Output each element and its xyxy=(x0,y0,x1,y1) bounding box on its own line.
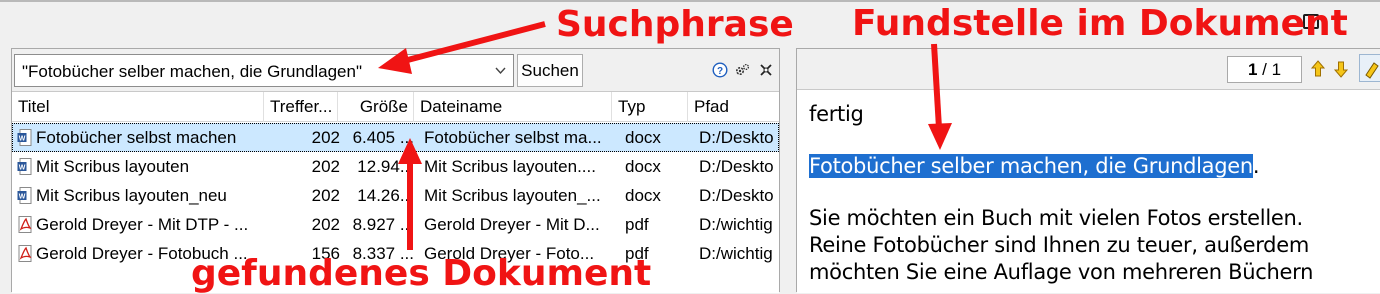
document-preview-panel: 1 / 1 fertig Fotobücher selber machen, d… xyxy=(796,48,1380,293)
table-row[interactable]: W Mit Scribus layouten 202 12.94... Mit … xyxy=(12,152,779,181)
preview-line: möchten Sie eine Auflage von mehreren Bü… xyxy=(809,260,1314,284)
row-path: D:/wichtig xyxy=(699,244,773,263)
row-type: docx xyxy=(625,128,661,147)
word-doc-icon: W xyxy=(17,187,32,204)
preview-line: Reine Fotobücher sind Ihnen zu teuer, au… xyxy=(809,233,1309,257)
row-size: 14.26... xyxy=(357,186,414,205)
annotation-gefundenes-dokument: gefundenes Dokument xyxy=(191,253,652,294)
annotation-fundstelle: Fundstelle im Dokument xyxy=(852,3,1348,44)
table-row[interactable]: W Fotobücher selbst machen 202 6.405 ...… xyxy=(12,123,779,152)
highlighter-icon xyxy=(1365,62,1379,79)
row-hits: 202 xyxy=(311,157,340,176)
word-doc-icon: W xyxy=(17,129,32,146)
column-header-path[interactable]: Pfad xyxy=(688,92,779,122)
svg-text:?: ? xyxy=(717,66,723,77)
row-size: 6.405 ... xyxy=(352,128,414,147)
row-hits: 202 xyxy=(311,186,340,205)
row-path: D:/Deskto xyxy=(699,186,774,205)
preview-line: Sie möchten ein Buch mit vielen Fotos er… xyxy=(809,206,1303,230)
row-title: Mit Scribus layouten xyxy=(36,157,190,176)
column-header-filename[interactable]: Dateiname xyxy=(414,92,612,122)
column-header-type[interactable]: Typ xyxy=(612,92,688,122)
row-type: docx xyxy=(625,186,661,205)
word-doc-icon: W xyxy=(17,158,32,175)
pager-current: 1 xyxy=(1247,60,1258,79)
preview-match-tail: . xyxy=(1252,154,1260,178)
svg-text:W: W xyxy=(19,136,26,143)
row-size: 8.927 ... xyxy=(352,215,414,234)
row-hits: 202 xyxy=(311,215,340,234)
window-top-border xyxy=(0,0,1380,2)
svg-text:W: W xyxy=(19,194,26,201)
previous-match-arrow-icon[interactable] xyxy=(1309,58,1327,80)
chevron-down-icon[interactable] xyxy=(494,64,507,77)
search-phrase-combobox[interactable]: "Fotobücher selber machen, die Grundlage… xyxy=(14,54,514,87)
svg-text:W: W xyxy=(19,165,26,172)
row-path: D:/Deskto xyxy=(699,157,774,176)
pdf-icon xyxy=(18,216,32,233)
row-filename: Mit Scribus layouten_... xyxy=(424,186,601,205)
row-filename: Gerold Dreyer - Mit D... xyxy=(424,215,600,234)
row-filename: Mit Scribus layouten.... xyxy=(424,157,596,176)
column-header-hits[interactable]: Treffer... xyxy=(264,92,338,122)
row-title: Fotobücher selbst machen xyxy=(36,128,237,147)
row-title: Gerold Dreyer - Mit DTP - ... xyxy=(36,215,249,234)
highlight-toggle-button[interactable] xyxy=(1359,54,1380,82)
row-type: pdf xyxy=(625,215,649,234)
results-table-header: Titel Treffer... Größe Dateiname Typ Pfa… xyxy=(12,92,779,122)
annotation-suchphrase: Suchphrase xyxy=(556,4,794,45)
table-row[interactable]: Gerold Dreyer - Mit DTP - ... 202 8.927 … xyxy=(12,210,779,239)
close-panel-icon[interactable] xyxy=(758,62,774,78)
search-match-highlight: Fotobücher selber machen, die Grundlagen xyxy=(809,154,1253,178)
column-header-title[interactable]: Titel xyxy=(12,92,264,122)
row-size: 12.94... xyxy=(357,157,414,176)
row-title: Mit Scribus layouten_neu xyxy=(36,186,227,205)
settings-icon[interactable] xyxy=(734,62,750,78)
help-icon[interactable]: ? xyxy=(712,62,728,78)
row-filename: Fotobücher selbst ma... xyxy=(424,128,602,147)
table-row[interactable]: W Mit Scribus layouten_neu 202 14.26... … xyxy=(12,181,779,210)
row-type: docx xyxy=(625,157,661,176)
document-preview-text: fertig Fotobücher selber machen, die Gru… xyxy=(797,89,1380,293)
row-path: D:/Deskto xyxy=(699,128,774,147)
pager-separator: / xyxy=(1257,60,1272,79)
pdf-icon xyxy=(18,245,32,262)
match-pager: 1 / 1 xyxy=(1227,56,1302,83)
column-header-size[interactable]: Größe xyxy=(338,92,414,122)
search-phrase-value[interactable]: "Fotobücher selber machen, die Grundlage… xyxy=(22,62,362,82)
preview-match-line: Fotobücher selber machen, die Grundlagen… xyxy=(809,154,1260,178)
row-path: D:/wichtig xyxy=(699,215,773,234)
row-hits: 202 xyxy=(311,128,340,147)
pager-total: 1 xyxy=(1271,60,1282,79)
search-button[interactable]: Suchen xyxy=(517,54,583,87)
next-match-arrow-icon[interactable] xyxy=(1332,58,1350,80)
preview-line: fertig xyxy=(809,102,864,126)
